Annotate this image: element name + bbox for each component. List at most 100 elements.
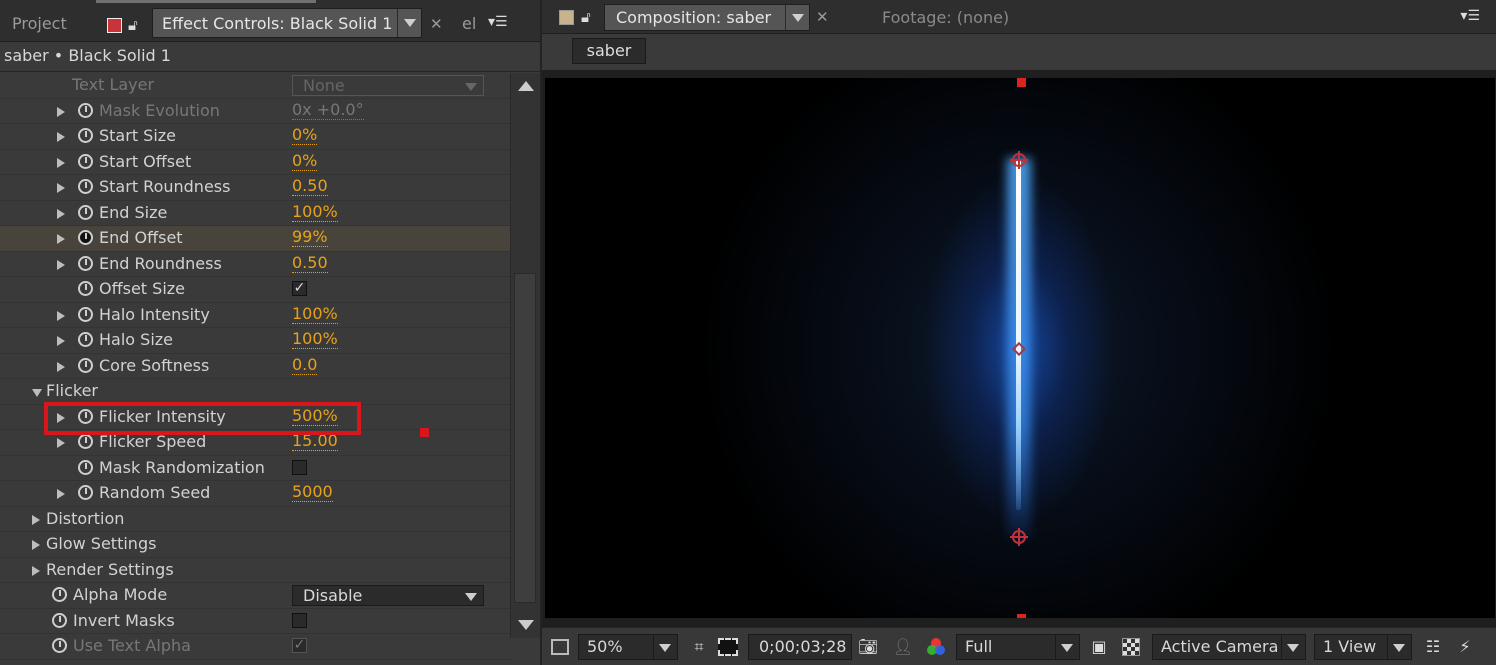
layer-top-handle[interactable]	[1017, 78, 1026, 87]
stopwatch-icon[interactable]	[78, 459, 93, 475]
twirl-closed-icon[interactable]	[57, 183, 65, 193]
twirl-closed-icon[interactable]	[32, 514, 40, 525]
lock-icon[interactable]: 🔓︎	[581, 8, 591, 26]
property-value[interactable]: 0%	[292, 151, 318, 171]
start-point-handle[interactable]	[1010, 151, 1028, 169]
twirl-closed-icon[interactable]	[57, 489, 65, 499]
property-row[interactable]: Core Softness 0.0	[0, 354, 510, 379]
stopwatch-icon[interactable]	[52, 638, 67, 653]
end-point-handle[interactable]	[1010, 528, 1028, 546]
property-value[interactable]: 5000	[292, 483, 333, 502]
camera-icon[interactable]: 📷︎	[857, 636, 879, 658]
property-row[interactable]: Mask Randomization	[0, 456, 510, 481]
twirl-closed-icon[interactable]	[57, 438, 65, 448]
property-dropdown[interactable]: Disable	[292, 585, 484, 606]
property-value[interactable]: 0x +0.0°	[292, 100, 364, 120]
scroll-up-icon[interactable]	[518, 81, 534, 91]
camera-dropdown[interactable]: Active Camera	[1152, 634, 1306, 660]
property-row[interactable]: Halo Intensity 100%	[0, 303, 510, 328]
timecode-display[interactable]: 0;00;03;28	[748, 634, 852, 660]
layer-bottom-handle[interactable]	[1017, 614, 1026, 618]
property-value[interactable]: 0.50	[292, 253, 328, 273]
property-row[interactable]: Start Offset 0%	[0, 150, 510, 175]
property-row[interactable]: Random Seed 5000	[0, 481, 510, 507]
property-value[interactable]: 0%	[292, 126, 318, 145]
property-value[interactable]: 0.0	[292, 355, 318, 375]
twirl-closed-icon[interactable]	[57, 208, 65, 219]
property-checkbox[interactable]	[292, 612, 307, 628]
property-value[interactable]: 100%	[292, 304, 338, 324]
zoom-dropdown[interactable]: 50%	[578, 634, 678, 660]
grid-icon[interactable]: ⌗	[688, 636, 710, 658]
property-value[interactable]: 99%	[292, 228, 328, 247]
property-row[interactable]: End Roundness 0.50	[0, 252, 510, 277]
stopwatch-icon[interactable]	[78, 102, 93, 118]
stopwatch-icon[interactable]	[78, 434, 93, 449]
twirl-closed-icon[interactable]	[57, 310, 65, 321]
twirl-closed-icon[interactable]	[57, 157, 65, 168]
mask-visibility-icon[interactable]	[718, 638, 738, 656]
tab-overflow[interactable]: el	[462, 14, 476, 33]
fast-previews-icon[interactable]: ▣	[1088, 636, 1110, 658]
property-row[interactable]: Use Text Alpha ✓	[0, 634, 510, 660]
color-channels-icon[interactable]	[925, 636, 947, 658]
transparency-grid-icon[interactable]	[1122, 638, 1140, 656]
comp-saber-button[interactable]: saber	[572, 38, 646, 64]
tab-effect-controls[interactable]: Effect Controls: Black Solid 1	[152, 8, 422, 38]
property-value[interactable]: 0.50	[292, 177, 328, 196]
lock-icon[interactable]: 🔓︎	[128, 16, 138, 34]
property-group-row[interactable]: Flicker	[0, 379, 510, 405]
property-row[interactable]: End Size 100%	[0, 201, 510, 226]
stopwatch-icon[interactable]	[78, 485, 93, 500]
close-icon[interactable]: ✕	[816, 8, 829, 26]
twirl-closed-icon[interactable]	[57, 132, 65, 142]
vertical-scrollbar[interactable]	[510, 73, 540, 638]
property-row[interactable]: Start Roundness 0.50	[0, 175, 510, 201]
stopwatch-icon[interactable]	[52, 587, 67, 602]
property-group-row[interactable]: Render Settings	[0, 558, 510, 583]
property-row[interactable]: Start Size 0%	[0, 124, 510, 150]
stopwatch-icon[interactable]	[78, 357, 93, 373]
tab-footage[interactable]: Footage: (none)	[882, 8, 1009, 27]
close-icon[interactable]: ✕	[430, 15, 443, 33]
stopwatch-icon[interactable]	[78, 255, 93, 271]
property-row[interactable]: Offset Size ✓	[0, 277, 510, 303]
tab-composition[interactable]: Composition: saber	[604, 4, 810, 31]
property-row[interactable]: End Offset 99%	[0, 226, 510, 252]
layout-icon[interactable]: ☷	[1422, 636, 1444, 658]
view-layout-dropdown[interactable]: 1 View	[1314, 634, 1412, 660]
stopwatch-icon[interactable]	[78, 230, 93, 245]
composition-canvas[interactable]	[545, 78, 1495, 618]
twirl-closed-icon[interactable]	[32, 565, 40, 576]
composition-viewer[interactable]	[542, 70, 1496, 627]
person-icon[interactable]: 👤︎	[892, 636, 914, 658]
twirl-closed-icon[interactable]	[57, 259, 65, 270]
property-row[interactable]: Halo Size 100%	[0, 328, 510, 354]
panel-menu-icon[interactable]: ▾☰	[1460, 8, 1480, 24]
panel-menu-icon[interactable]: ▾☰	[488, 14, 508, 30]
stopwatch-icon[interactable]	[78, 128, 93, 143]
flowchart-icon[interactable]: ⚡︎	[1454, 636, 1476, 658]
property-row[interactable]: Text Layer None	[0, 73, 510, 99]
property-value[interactable]: 100%	[292, 330, 338, 349]
twirl-closed-icon[interactable]	[57, 106, 65, 117]
region-of-interest-icon[interactable]	[551, 639, 569, 655]
property-row[interactable]: Mask Evolution 0x +0.0°	[0, 99, 510, 124]
tab-dropdown-button[interactable]	[785, 5, 809, 30]
property-row[interactable]: Alpha Mode Disable	[0, 583, 510, 609]
property-checkbox[interactable]: ✓	[292, 281, 307, 296]
property-group-row[interactable]: Distortion	[0, 507, 510, 532]
property-dropdown[interactable]: None	[292, 75, 484, 96]
stopwatch-icon[interactable]	[78, 306, 93, 322]
property-checkbox[interactable]	[292, 459, 307, 475]
property-row[interactable]: Invert Masks	[0, 609, 510, 634]
twirl-closed-icon[interactable]	[57, 361, 65, 372]
tab-project[interactable]: Project	[12, 14, 67, 33]
stopwatch-icon[interactable]	[78, 332, 93, 347]
tab-dropdown-button[interactable]	[397, 9, 421, 37]
stopwatch-icon[interactable]	[78, 153, 93, 169]
resolution-dropdown[interactable]: Full	[956, 634, 1080, 660]
twirl-closed-icon[interactable]	[57, 336, 65, 346]
stopwatch-icon[interactable]	[78, 281, 93, 296]
property-group-row[interactable]: Glow Settings	[0, 532, 510, 558]
